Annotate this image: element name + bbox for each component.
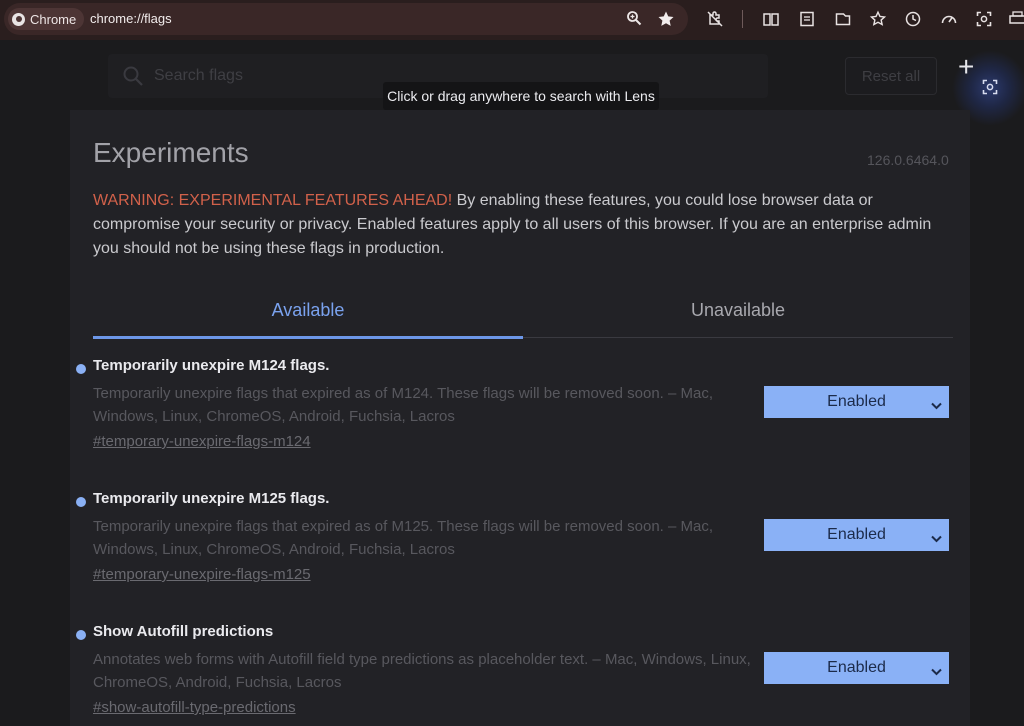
reading-list-icon[interactable]	[798, 10, 816, 28]
warning-text: WARNING: EXPERIMENTAL FEATURES AHEAD! By…	[93, 189, 953, 261]
search-icon	[122, 65, 144, 92]
flag-permalink[interactable]: #show-autofill-type-predictions	[93, 699, 296, 716]
flag-state-value: Enabled	[827, 526, 886, 543]
flag-state-select[interactable]: Enabled	[764, 519, 949, 551]
chrome-logo-icon	[12, 12, 25, 26]
lens-cursor-icon	[981, 78, 999, 101]
flag-description: Temporarily unexpire flags that expired …	[93, 518, 714, 558]
flag-item: Temporarily unexpire M124 flags. Tempora…	[76, 357, 956, 477]
flag-name: Temporarily unexpire M124 flags.	[93, 357, 330, 374]
chevron-down-icon	[931, 663, 942, 681]
print-icon[interactable]	[1008, 10, 1024, 28]
omnibox[interactable]: Chrome chrome://flags	[4, 3, 688, 35]
browser-toolbar: Chrome chrome://flags	[0, 0, 1024, 40]
chevron-down-icon	[931, 530, 942, 548]
version-label: 126.0.6464.0	[867, 152, 949, 168]
flag-status-dot	[76, 497, 86, 507]
flag-item: Temporarily unexpire M125 flags. Tempora…	[76, 490, 956, 610]
flag-description: Annotates web forms with Autofill field …	[93, 651, 751, 691]
bookmark-star-icon[interactable]	[657, 10, 675, 33]
tab-unavailable[interactable]: Unavailable	[523, 300, 953, 340]
chevron-down-icon	[931, 397, 942, 415]
favorites-icon[interactable]	[869, 10, 887, 28]
zoom-icon[interactable]	[626, 10, 642, 31]
flag-status-dot	[76, 364, 86, 374]
flag-item: Show Autofill predictions Annotates web …	[76, 623, 956, 726]
flag-permalink[interactable]: #temporary-unexpire-flags-m124	[93, 433, 311, 450]
lens-icon[interactable]	[975, 10, 993, 28]
active-tab-indicator	[93, 336, 523, 339]
chrome-chip-label: Chrome	[30, 11, 77, 27]
flag-state-select[interactable]: Enabled	[764, 386, 949, 418]
reset-all-button[interactable]: Reset all	[845, 57, 937, 95]
warning-prefix: WARNING: EXPERIMENTAL FEATURES AHEAD!	[93, 192, 453, 209]
flag-state-value: Enabled	[827, 659, 886, 676]
tab-search-icon[interactable]	[834, 10, 852, 28]
address-url[interactable]: chrome://flags	[90, 11, 172, 26]
search-placeholder: Search flags	[154, 67, 243, 84]
extension-off-icon[interactable]	[706, 10, 724, 28]
flag-name: Temporarily unexpire M125 flags.	[93, 490, 330, 507]
flag-permalink[interactable]: #temporary-unexpire-flags-m125	[93, 566, 311, 583]
history-icon[interactable]	[904, 10, 922, 28]
flag-status-dot	[76, 630, 86, 640]
lens-tooltip: Click or drag anywhere to search with Le…	[383, 82, 659, 110]
reading-mode-icon[interactable]	[762, 10, 780, 28]
toolbar-separator	[742, 10, 743, 28]
page-title: Experiments	[93, 137, 249, 168]
flag-description: Temporarily unexpire flags that expired …	[93, 385, 714, 425]
performance-icon[interactable]	[940, 10, 958, 28]
flag-state-select[interactable]: Enabled	[764, 652, 949, 684]
flag-name: Show Autofill predictions	[93, 623, 274, 640]
plus-icon: +	[958, 51, 975, 82]
tab-available[interactable]: Available	[93, 300, 523, 340]
chrome-chip[interactable]: Chrome	[8, 8, 85, 30]
flag-state-value: Enabled	[827, 393, 886, 410]
